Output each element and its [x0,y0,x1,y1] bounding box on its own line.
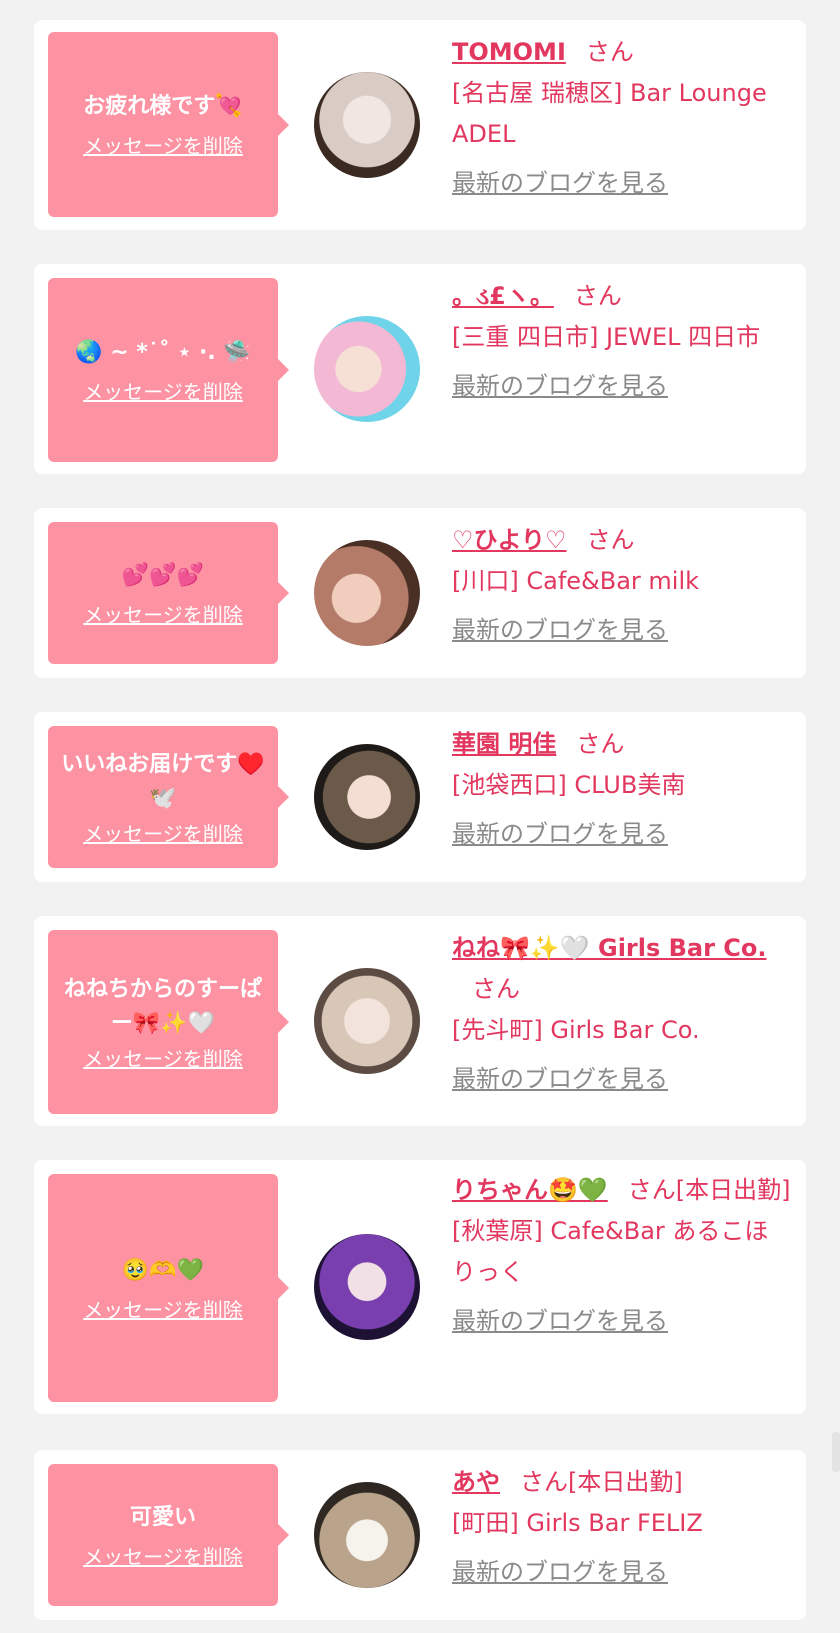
honorific: さん [573,282,622,310]
avatar[interactable] [314,316,420,422]
message-bubble: 🌏 ~ *˙˚ ⋆ ·. 🛸 メッセージを削除 [48,278,289,462]
delete-message-link[interactable]: メッセージを削除 [83,599,243,628]
avatar[interactable] [314,1482,420,1588]
shop-label: [三重 四日市] JEWEL 四日市 [452,323,761,351]
message-bubble: お疲れ様です💘 メッセージを削除 [48,32,289,217]
shop-label: [秋葉原] Cafe&Bar あるこほりっく [452,1217,769,1286]
latest-blog-link[interactable]: 最新のブログを見る [452,1059,668,1100]
shop-label: [先斗町] Girls Bar Co. [452,1016,700,1044]
sender-info: あや さん[本日出勤] [町田] Girls Bar FELIZ 最新のブログを見… [452,1462,792,1593]
honorific: さん [585,38,634,66]
message-card: 🥹🫶💚 メッセージを削除 りちゃん🤩💚 さん[本日出勤] [秋葉原] Cafe&B… [34,1160,806,1414]
latest-blog-link[interactable]: 最新のブログを見る [452,610,668,651]
shop-label: [川口] Cafe&Bar milk [452,567,700,595]
sender-name-link[interactable]: TOMOMI [452,38,566,66]
latest-blog-link[interactable]: 最新のブログを見る [452,814,668,855]
message-card: ねねちからのすーぱー🎀✨🤍 メッセージを削除 ねね🎀✨🤍 Girls Bar C… [34,916,806,1126]
message-card: いいねお届けです♥️🕊️ メッセージを削除 華園 明佳 さん [池袋西口] CLU… [34,712,806,882]
latest-blog-link[interactable]: 最新のブログを見る [452,366,668,407]
sender-info: ねね🎀✨🤍 Girls Bar Co. さん [先斗町] Girls Bar Co… [452,928,792,1100]
sender-name-link[interactable]: 。ડ£ヽ。 [452,282,554,310]
message-text: お疲れ様です💘 [83,94,243,119]
honorific: さん[本日出勤] [520,1468,683,1496]
message-card: お疲れ様です💘 メッセージを削除 TOMOMI さん [名古屋 瑞穂区] Bar … [34,20,806,230]
sender-info: 。ડ£ヽ。 さん [三重 四日市] JEWEL 四日市 最新のブログを見る [452,276,792,407]
delete-message-link[interactable]: メッセージを削除 [83,1043,243,1072]
honorific: さん[本日出勤] [627,1176,791,1204]
delete-message-link[interactable]: メッセージを削除 [83,1294,243,1323]
delete-message-link[interactable]: メッセージを削除 [83,1541,243,1570]
avatar[interactable] [314,72,420,178]
avatar[interactable] [314,540,420,646]
sender-name-link[interactable]: ねね🎀✨🤍 Girls Bar Co. [452,934,767,962]
honorific: さん [472,975,520,1003]
message-text: 可愛い [129,1504,196,1530]
message-text: 🥹🫶💚 [121,1257,205,1283]
avatar[interactable] [314,744,420,850]
sender-name-link[interactable]: あや [452,1468,500,1496]
scrollbar[interactable] [832,1432,840,1472]
latest-blog-link[interactable]: 最新のブログを見る [452,163,668,204]
message-bubble: ねねちからのすーぱー🎀✨🤍 メッセージを削除 [48,930,289,1114]
shop-label: [名古屋 瑞穂区] Bar Lounge ADEL [452,79,767,148]
message-card: 💕💕💕 メッセージを削除 ♡ひより♡ さん [川口] Cafe&Bar milk … [34,508,806,678]
shop-label: [池袋西口] CLUB美南 [452,771,686,799]
sender-name-link[interactable]: りちゃん🤩💚 [452,1176,608,1204]
message-text: いいねお届けです♥️🕊️ [61,751,265,811]
sender-info: ♡ひより♡ さん [川口] Cafe&Bar milk 最新のブログを見る [452,520,792,651]
message-bubble: 💕💕💕 メッセージを削除 [48,522,289,664]
honorific: さん [576,730,625,758]
sender-info: 華園 明佳 さん [池袋西口] CLUB美南 最新のブログを見る [452,724,792,855]
message-card: 🌏 ~ *˙˚ ⋆ ·. 🛸 メッセージを削除 。ડ£ヽ。 さん [三重 四日市]… [34,264,806,474]
message-text: ねねちからのすーぱー🎀✨🤍 [63,976,262,1036]
message-text: 💕💕💕 [121,562,205,588]
message-bubble: 可愛い メッセージを削除 [48,1464,289,1606]
avatar[interactable] [314,968,420,1074]
message-text: 🌏 ~ *˙˚ ⋆ ·. 🛸 [75,339,251,365]
sender-name-link[interactable]: ♡ひより♡ [452,526,567,554]
delete-message-link[interactable]: メッセージを削除 [83,818,243,847]
avatar[interactable] [314,1234,420,1340]
shop-label: [町田] Girls Bar FELIZ [452,1509,703,1537]
delete-message-link[interactable]: メッセージを削除 [83,130,243,159]
message-bubble: いいねお届けです♥️🕊️ メッセージを削除 [48,726,289,868]
sender-name-link[interactable]: 華園 明佳 [452,730,556,758]
sender-info: TOMOMI さん [名古屋 瑞穂区] Bar Lounge ADEL 最新のブロ… [452,32,792,204]
delete-message-link[interactable]: メッセージを削除 [83,376,243,405]
message-bubble: 🥹🫶💚 メッセージを削除 [48,1174,289,1402]
message-card: 可愛い メッセージを削除 あや さん[本日出勤] [町田] Girls Bar F… [34,1450,806,1620]
latest-blog-link[interactable]: 最新のブログを見る [452,1552,668,1593]
sender-info: りちゃん🤩💚 さん[本日出勤] [秋葉原] Cafe&Bar あるこほりっく 最新… [452,1170,792,1342]
latest-blog-link[interactable]: 最新のブログを見る [452,1301,668,1342]
honorific: さん [586,526,635,554]
